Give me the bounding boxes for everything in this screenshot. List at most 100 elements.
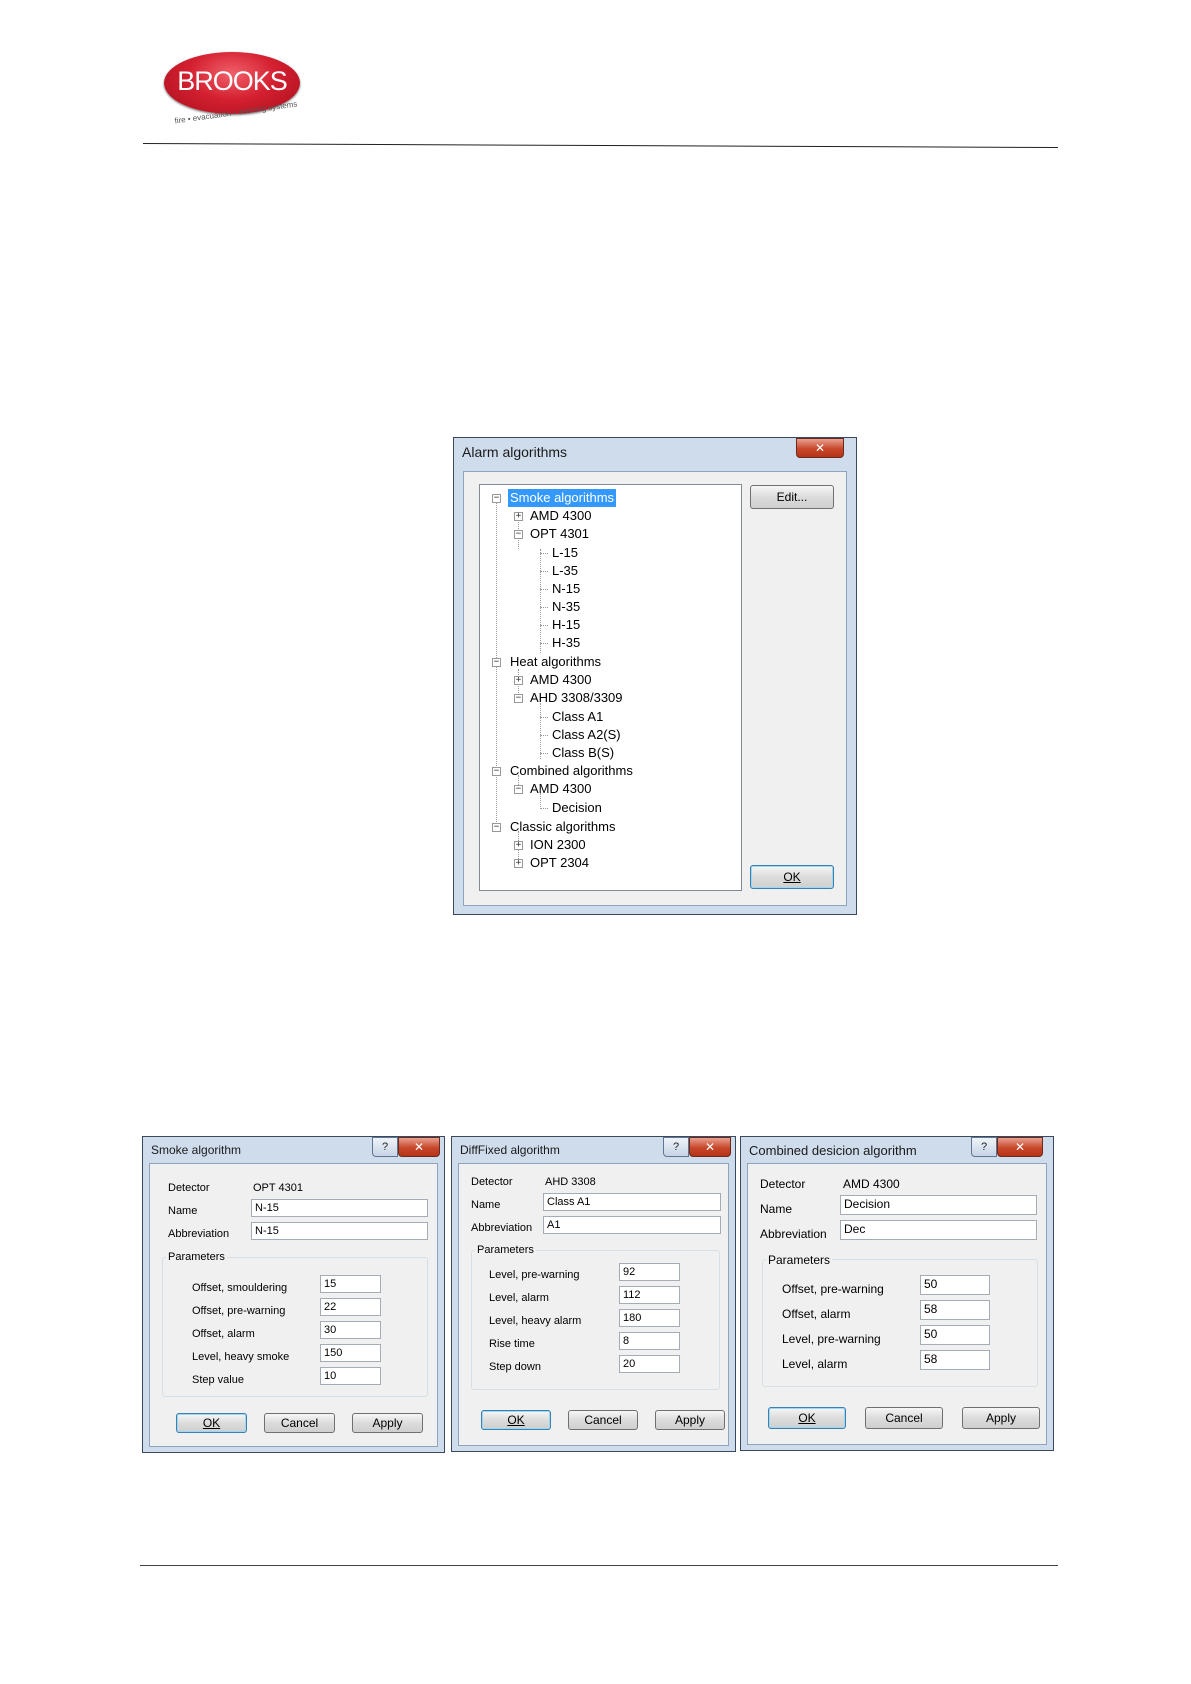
param-input[interactable]: 112 bbox=[619, 1286, 680, 1304]
param-input[interactable]: 58 bbox=[920, 1300, 990, 1320]
close-button[interactable]: ✕ bbox=[689, 1137, 731, 1157]
name-input[interactable]: N-15 bbox=[251, 1199, 428, 1217]
expand-icon[interactable]: + bbox=[514, 676, 523, 685]
detector-label: Detector bbox=[471, 1176, 513, 1188]
tree-node-amd-4300[interactable]: AMD 4300 bbox=[530, 671, 591, 689]
apply-button[interactable]: Apply bbox=[962, 1407, 1040, 1429]
expand-icon[interactable]: + bbox=[514, 859, 523, 868]
ok-button[interactable]: OK bbox=[750, 865, 834, 889]
cancel-button[interactable]: Cancel bbox=[568, 1410, 638, 1430]
cancel-button[interactable]: Cancel bbox=[264, 1413, 335, 1433]
collapse-icon[interactable]: − bbox=[492, 658, 501, 667]
help-button[interactable]: ? bbox=[971, 1137, 997, 1157]
tree-node-n-15[interactable]: N-15 bbox=[552, 580, 580, 598]
param-input[interactable]: 92 bbox=[619, 1263, 680, 1281]
tree-node-combined-algorithms[interactable]: Combined algorithms bbox=[510, 762, 633, 780]
header-divider bbox=[143, 143, 1058, 148]
ok-button[interactable]: OK bbox=[481, 1410, 551, 1430]
close-button[interactable]: ✕ bbox=[796, 438, 844, 458]
param-input[interactable]: 8 bbox=[619, 1332, 680, 1350]
tree-node-smoke-algorithms[interactable]: Smoke algorithms bbox=[508, 489, 617, 507]
combined-decision-algorithm-window: Combined desicion algorithm ? ✕ Detector… bbox=[740, 1136, 1054, 1451]
tree-node-class-bs[interactable]: Class B(S) bbox=[552, 744, 614, 762]
tree-node-l-15[interactable]: L-15 bbox=[552, 544, 578, 562]
tree-node-opt-2304[interactable]: OPT 2304 bbox=[530, 854, 589, 872]
collapse-icon[interactable]: − bbox=[514, 785, 523, 794]
param-input[interactable]: 150 bbox=[320, 1344, 381, 1362]
collapse-icon[interactable]: − bbox=[492, 767, 501, 776]
tree-guide bbox=[540, 549, 541, 653]
param-input[interactable]: 180 bbox=[619, 1309, 680, 1327]
tree-node-opt-4301[interactable]: OPT 4301 bbox=[530, 525, 589, 543]
expand-icon[interactable]: + bbox=[514, 512, 523, 521]
difffixed-algorithm-window: DiffFixed algorithm ? ✕ Detector AHD 330… bbox=[451, 1136, 736, 1452]
tree-node-decision[interactable]: Decision bbox=[552, 799, 602, 817]
param-input[interactable]: 20 bbox=[619, 1355, 680, 1373]
tree-branch bbox=[540, 753, 548, 754]
tree-node-h-15[interactable]: H-15 bbox=[552, 616, 580, 634]
collapse-icon[interactable]: − bbox=[492, 823, 501, 832]
tree-branch bbox=[540, 571, 548, 572]
tree-branch bbox=[540, 717, 548, 718]
param-input[interactable]: 10 bbox=[320, 1367, 381, 1385]
tree-branch bbox=[540, 643, 548, 644]
param-label: Level, pre-warning bbox=[489, 1269, 580, 1281]
apply-button[interactable]: Apply bbox=[352, 1413, 423, 1433]
detector-label: Detector bbox=[168, 1182, 210, 1194]
window-body: Detector AMD 4300 Name Decision Abbrevia… bbox=[747, 1163, 1047, 1445]
tree-node-class-a1[interactable]: Class A1 bbox=[552, 708, 603, 726]
window-title: DiffFixed algorithm bbox=[460, 1143, 560, 1157]
param-input[interactable]: 15 bbox=[320, 1275, 381, 1293]
tree-branch bbox=[540, 808, 548, 809]
tree-branch bbox=[540, 625, 548, 626]
close-button[interactable]: ✕ bbox=[997, 1137, 1043, 1157]
collapse-icon[interactable]: − bbox=[514, 530, 523, 539]
name-input[interactable]: Decision bbox=[840, 1195, 1037, 1215]
tree-node-heat-algorithms[interactable]: Heat algorithms bbox=[510, 653, 601, 671]
window-title: Combined desicion algorithm bbox=[749, 1143, 917, 1158]
ok-button[interactable]: OK bbox=[176, 1413, 247, 1433]
param-label: Offset, smouldering bbox=[192, 1282, 288, 1294]
param-input[interactable]: 58 bbox=[920, 1350, 990, 1370]
ok-button[interactable]: OK bbox=[768, 1407, 846, 1429]
abbreviation-input[interactable]: A1 bbox=[543, 1216, 721, 1234]
param-input[interactable]: 22 bbox=[320, 1298, 381, 1316]
abbreviation-label: Abbreviation bbox=[760, 1227, 827, 1241]
detector-label: Detector bbox=[760, 1177, 806, 1191]
tree-branch bbox=[540, 553, 548, 554]
footer-divider bbox=[140, 1565, 1058, 1566]
algorithm-tree[interactable]: − Smoke algorithms + AMD 4300 − OPT 4301… bbox=[479, 484, 742, 891]
tree-node-ahd-3308-3309[interactable]: AHD 3308/3309 bbox=[530, 689, 623, 707]
name-input[interactable]: Class A1 bbox=[543, 1193, 721, 1211]
expand-icon[interactable]: + bbox=[514, 841, 523, 850]
cancel-button[interactable]: Cancel bbox=[865, 1407, 943, 1429]
collapse-icon[interactable]: − bbox=[514, 694, 523, 703]
abbreviation-input[interactable]: N-15 bbox=[251, 1222, 428, 1240]
apply-button[interactable]: Apply bbox=[655, 1410, 725, 1430]
param-label: Step down bbox=[489, 1361, 541, 1373]
detector-value: AHD 3308 bbox=[545, 1176, 596, 1188]
parameters-title: Parameters bbox=[166, 1251, 227, 1263]
tree-node-h-35[interactable]: H-35 bbox=[552, 634, 580, 652]
param-input[interactable]: 50 bbox=[920, 1325, 990, 1345]
close-button[interactable]: ✕ bbox=[398, 1137, 440, 1157]
abbreviation-input[interactable]: Dec bbox=[840, 1220, 1037, 1240]
param-input[interactable]: 30 bbox=[320, 1321, 381, 1339]
collapse-icon[interactable]: − bbox=[492, 494, 501, 503]
name-label: Name bbox=[471, 1199, 501, 1211]
tree-node-classic-algorithms[interactable]: Classic algorithms bbox=[510, 818, 615, 836]
param-input[interactable]: 50 bbox=[920, 1275, 990, 1295]
tree-node-n-35[interactable]: N-35 bbox=[552, 598, 580, 616]
tree-node-ion-2300[interactable]: ION 2300 bbox=[530, 836, 586, 854]
alarm-algorithms-window: Alarm algorithms ✕ − Smoke algorithms + … bbox=[453, 437, 857, 915]
help-button[interactable]: ? bbox=[663, 1137, 689, 1157]
smoke-algorithm-window: Smoke algorithm ? ✕ Detector OPT 4301 Na… bbox=[142, 1136, 445, 1453]
tree-node-amd-4300[interactable]: AMD 4300 bbox=[530, 780, 591, 798]
tree-node-l-35[interactable]: L-35 bbox=[552, 562, 578, 580]
tree-node-class-a2s[interactable]: Class A2(S) bbox=[552, 726, 621, 744]
logo-text: BROOKS bbox=[177, 66, 288, 96]
parameters-title: Parameters bbox=[766, 1253, 833, 1267]
tree-node-amd-4300[interactable]: AMD 4300 bbox=[530, 507, 591, 525]
edit-button[interactable]: Edit... bbox=[750, 485, 834, 509]
help-button[interactable]: ? bbox=[372, 1137, 398, 1157]
